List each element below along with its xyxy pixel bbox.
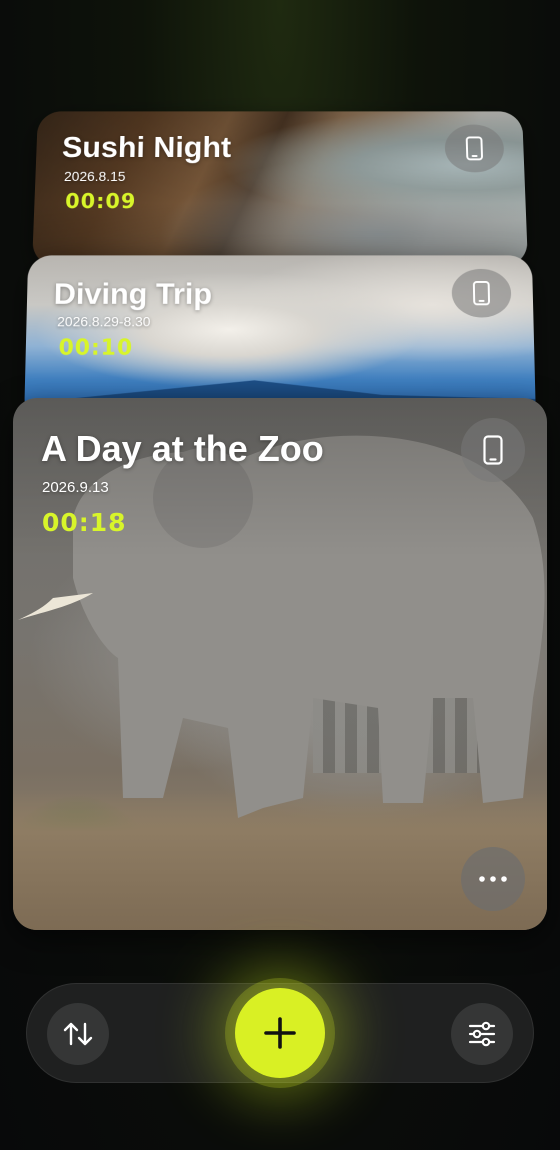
phone-icon — [483, 435, 503, 465]
sort-button[interactable] — [47, 1003, 109, 1065]
device-button[interactable] — [451, 268, 512, 318]
phone-icon — [472, 281, 490, 306]
card-date: 2026.8.15 — [63, 168, 126, 184]
plus-icon — [264, 1017, 296, 1049]
card-date: 2026.9.13 — [42, 479, 109, 496]
memory-card-diving-trip[interactable]: Diving Trip 2026.8.29-8.30 00:10 — [24, 255, 536, 422]
device-button[interactable] — [461, 418, 525, 482]
card-title: Sushi Night — [61, 130, 232, 164]
memory-card-zoo[interactable]: A Day at the Zoo 2026.9.13 00:18 — [13, 398, 547, 930]
ellipsis-icon — [479, 876, 507, 882]
card-title: A Day at the Zoo — [41, 428, 324, 469]
card-duration: 00:10 — [58, 336, 134, 361]
device-button[interactable] — [444, 124, 505, 173]
sliders-icon — [468, 1021, 496, 1047]
more-button[interactable] — [461, 847, 525, 911]
card-title: Diving Trip — [53, 276, 213, 311]
card-date: 2026.8.29-8.30 — [57, 313, 151, 330]
sort-arrows-icon — [63, 1022, 93, 1046]
filter-button[interactable] — [451, 1003, 513, 1065]
phone-icon — [465, 136, 483, 161]
card-duration: 00:18 — [42, 508, 127, 537]
memory-card-sushi-night[interactable]: Sushi Night 2026.8.15 00:09 — [32, 111, 528, 267]
card-duration: 00:09 — [64, 189, 137, 213]
add-button[interactable] — [235, 988, 325, 1078]
